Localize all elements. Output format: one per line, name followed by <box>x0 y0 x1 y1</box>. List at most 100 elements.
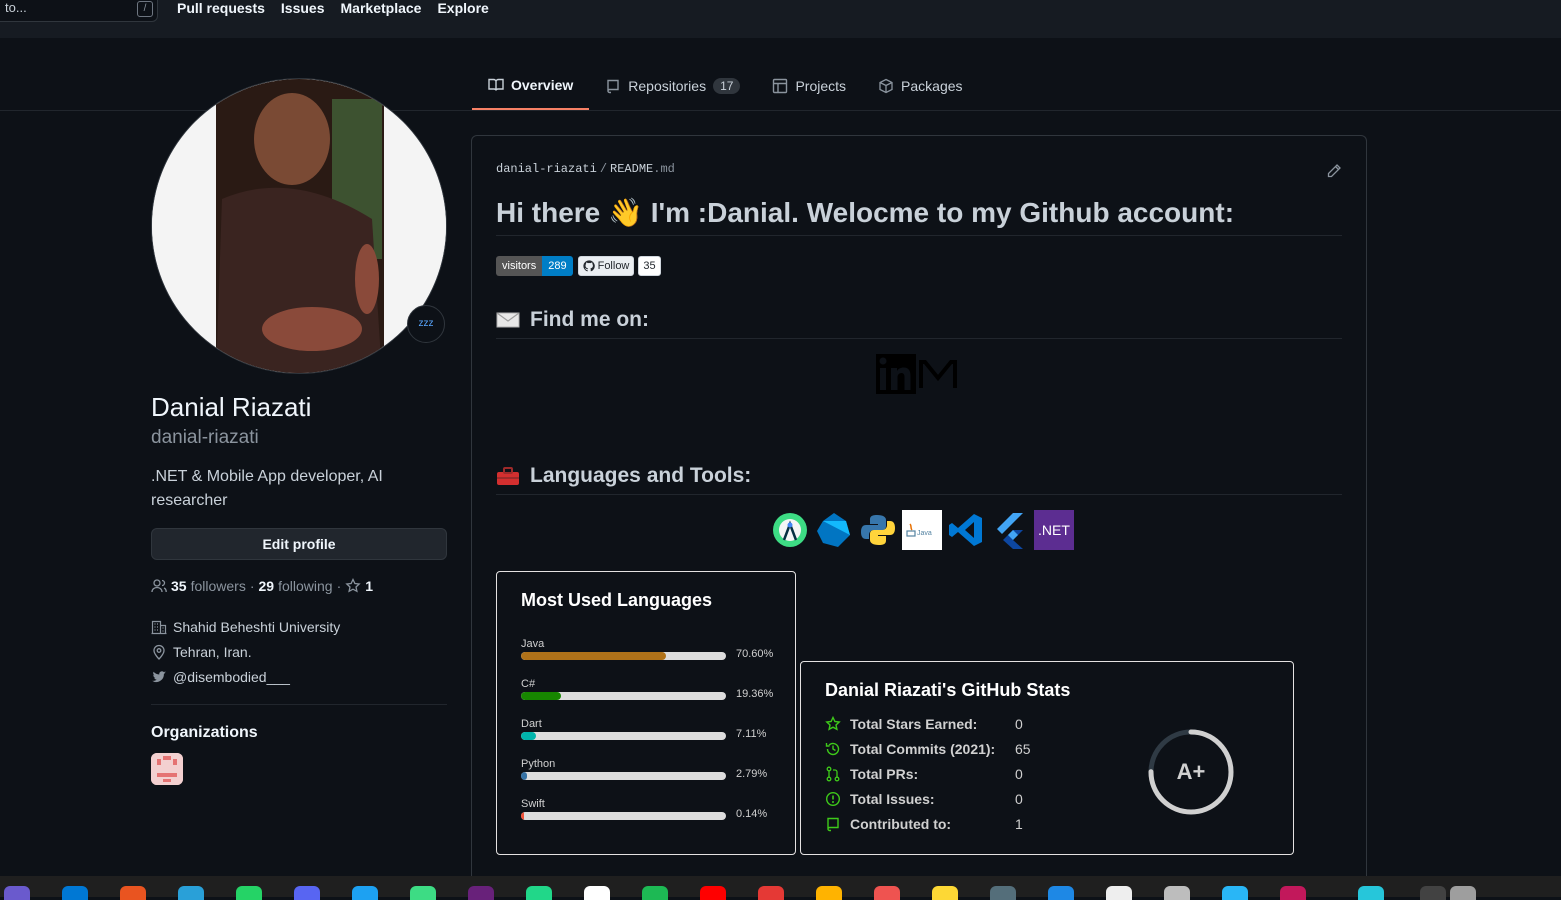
social-links <box>876 354 958 394</box>
flutter-icon[interactable] <box>990 510 1030 550</box>
language-bar <box>521 692 726 700</box>
envelope-icon <box>496 312 520 328</box>
nav-explore[interactable]: Explore <box>437 0 488 18</box>
os-taskbar <box>0 876 1561 900</box>
taskbar-whatsapp-icon[interactable] <box>236 886 262 900</box>
tray-icon[interactable] <box>1358 886 1384 900</box>
dot-separator: · <box>336 578 342 594</box>
language-row: Dart 7.11% <box>521 714 791 740</box>
tray-icon[interactable] <box>1420 886 1446 900</box>
taskbar-app-icon[interactable] <box>990 886 1016 900</box>
profile-twitter[interactable]: @disembodied___ <box>151 669 290 685</box>
package-icon <box>879 78 893 94</box>
taskbar-ubuntu-icon[interactable] <box>120 886 146 900</box>
avatar-photo <box>152 79 446 373</box>
edit-profile-button[interactable]: Edit profile <box>151 528 447 560</box>
medium-icon[interactable] <box>918 354 958 394</box>
nav-pull-requests[interactable]: Pull requests <box>177 0 265 18</box>
tool-icons: Java .NET <box>770 510 1074 550</box>
taskbar-chrome-icon[interactable] <box>584 886 610 900</box>
dart-icon[interactable] <box>814 510 854 550</box>
stat-value: 0 <box>1015 791 1023 807</box>
stat-row-contributed: Contributed to: 1 <box>825 816 1023 832</box>
taskbar-app-icon[interactable] <box>4 886 30 900</box>
taskbar-spotify-icon[interactable] <box>642 886 668 900</box>
taskbar-file-icon[interactable] <box>1164 886 1190 900</box>
taskbar-visual-studio-icon[interactable] <box>468 886 494 900</box>
taskbar-discord-icon[interactable] <box>294 886 320 900</box>
taskbar-app-icon[interactable] <box>352 886 378 900</box>
follow-button[interactable]: Follow <box>577 256 635 276</box>
taskbar-telegram-icon[interactable] <box>178 886 204 900</box>
language-bar-fill <box>521 732 536 740</box>
readme-filename[interactable]: README <box>610 162 653 176</box>
avatar[interactable] <box>151 78 447 374</box>
language-name: Java <box>521 638 545 650</box>
follow-count: 35 <box>638 256 661 276</box>
readme-extension[interactable]: .md <box>653 162 675 176</box>
language-name: Python <box>521 758 556 770</box>
taskbar-app-icon[interactable] <box>1280 886 1306 900</box>
github-icon <box>582 260 595 272</box>
python-icon[interactable] <box>858 510 898 550</box>
search-input[interactable]: to... / <box>0 0 158 22</box>
taskbar-notes-icon[interactable] <box>932 886 958 900</box>
organization-avatar[interactable] <box>151 753 183 785</box>
taskbar-app-icon[interactable] <box>1106 886 1132 900</box>
history-icon <box>825 742 840 756</box>
taskbar-app-icon[interactable] <box>758 886 784 900</box>
language-percent: 19.36% <box>736 688 774 700</box>
pencil-icon[interactable] <box>1326 163 1342 179</box>
nav-issues[interactable]: Issues <box>281 0 325 18</box>
following-label[interactable]: following <box>278 578 332 594</box>
followers-count[interactable]: 35 <box>171 578 187 594</box>
grade-text: A+ <box>1177 759 1206 784</box>
java-icon[interactable]: Java <box>902 510 942 550</box>
taskbar-vscode-icon[interactable] <box>62 886 88 900</box>
following-count[interactable]: 29 <box>259 578 275 594</box>
visitors-count: 289 <box>542 256 573 276</box>
company-text: Shahid Beheshti University <box>173 619 341 635</box>
search-placeholder: to... <box>5 0 27 15</box>
top-nav: Pull requests Issues Marketplace Explore <box>177 0 489 18</box>
language-bar <box>521 732 726 740</box>
android-studio-icon[interactable] <box>770 510 810 550</box>
vscode-icon[interactable] <box>946 510 986 550</box>
taskbar-android-icon[interactable] <box>410 886 436 900</box>
star-icon <box>345 578 361 593</box>
language-bar-fill <box>521 692 561 700</box>
taskbar-youtube-icon[interactable] <box>700 886 726 900</box>
language-bar-fill <box>521 652 666 660</box>
taskbar-pycharm-icon[interactable] <box>526 886 552 900</box>
language-bar <box>521 652 726 660</box>
tab-overview[interactable]: Overview <box>472 62 590 110</box>
status-emoji-button[interactable]: zzz <box>407 305 445 343</box>
languages-card: Most Used Languages Java 70.60% C# 19.36% Da… <box>496 571 796 855</box>
profile-login: danial-riazati <box>151 427 259 448</box>
readme-path: danial-riazati / README.md <box>496 162 675 176</box>
tab-packages[interactable]: Packages <box>862 62 978 110</box>
followers-label[interactable]: followers <box>191 578 246 594</box>
language-name: Swift <box>521 798 545 810</box>
profile-location: Tehran, Iran. <box>151 644 252 660</box>
tab-repositories[interactable]: Repositories 17 <box>589 62 756 110</box>
taskbar-app-icon[interactable] <box>816 886 842 900</box>
taskbar-edge-icon[interactable] <box>1222 886 1248 900</box>
nav-marketplace[interactable]: Marketplace <box>341 0 422 18</box>
tab-overview-label: Overview <box>511 77 574 93</box>
github-follow-badge[interactable]: Follow 35 <box>577 256 661 276</box>
tab-projects[interactable]: Projects <box>756 62 862 110</box>
stat-label: Total PRs: <box>850 766 919 782</box>
taskbar-app-icon[interactable] <box>874 886 900 900</box>
twitter-icon <box>152 671 166 683</box>
visitors-label: visitors <box>496 256 543 276</box>
dotnet-icon[interactable]: .NET <box>1034 510 1074 550</box>
taskbar-app-icon[interactable] <box>1048 886 1074 900</box>
repositories-count: 17 <box>713 78 741 94</box>
readme-owner[interactable]: danial-riazati <box>496 162 597 176</box>
twitter-handle[interactable]: @disembodied___ <box>173 669 290 685</box>
linkedin-icon[interactable] <box>876 354 916 394</box>
stars-count[interactable]: 1 <box>365 578 373 594</box>
language-row: Python 2.79% <box>521 754 791 780</box>
volume-icon[interactable] <box>1450 886 1476 900</box>
